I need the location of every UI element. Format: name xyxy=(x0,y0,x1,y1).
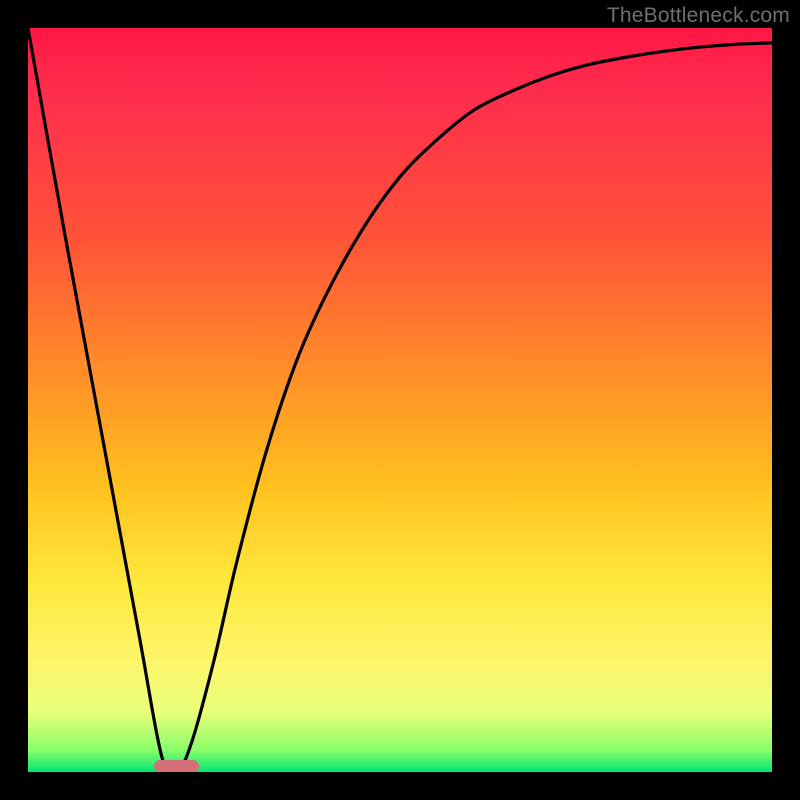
plot-area xyxy=(28,28,772,772)
curve-layer xyxy=(28,28,772,772)
chart-frame: TheBottleneck.com xyxy=(0,0,800,800)
watermark-text: TheBottleneck.com xyxy=(607,4,790,28)
bottleneck-curve xyxy=(28,28,772,772)
optimal-range-marker xyxy=(154,760,199,772)
